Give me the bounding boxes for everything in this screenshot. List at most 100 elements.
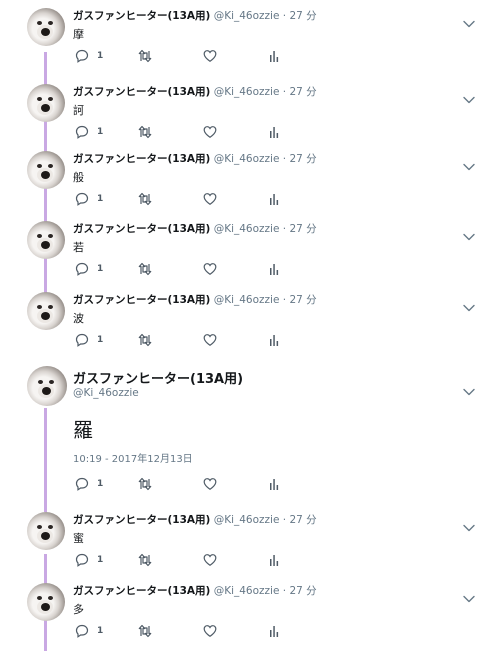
analytics-button[interactable] (268, 192, 280, 206)
author-name[interactable]: ガスファンヒーター(13A用) (73, 514, 210, 526)
chevron-down-icon (463, 156, 475, 175)
like-button[interactable] (203, 125, 217, 139)
avatar[interactable] (27, 583, 65, 621)
tweet-timestamp[interactable]: 27 分 (289, 514, 316, 526)
more-options-button[interactable] (463, 226, 475, 241)
reply-icon (75, 624, 109, 638)
analytics-button[interactable] (268, 49, 280, 63)
reply-button[interactable]: 1 (75, 262, 109, 276)
retweet-button[interactable] (137, 125, 153, 139)
retweet-icon (137, 49, 153, 63)
reply-button[interactable]: 1 (75, 125, 109, 139)
retweet-icon (137, 192, 153, 206)
author-name[interactable]: ガスファンヒーター(13A用) (73, 368, 243, 387)
tweet-text: 多 (73, 603, 84, 616)
author-handle[interactable]: @Ki_46ozzie (214, 294, 280, 306)
heart-icon (203, 49, 217, 63)
author-handle[interactable]: @Ki_46ozzie (214, 10, 280, 22)
tweet-timestamp[interactable]: 27 分 (289, 294, 316, 306)
retweet-button[interactable] (137, 477, 153, 491)
author-handle[interactable]: @Ki_46ozzie (214, 86, 280, 98)
like-button[interactable] (203, 333, 217, 347)
retweet-button[interactable] (137, 262, 153, 276)
avatar[interactable] (27, 366, 67, 406)
like-button[interactable] (203, 477, 217, 491)
analytics-button[interactable] (268, 262, 280, 276)
tweet-timestamp[interactable]: 27 分 (289, 153, 316, 165)
tweet-timestamp[interactable]: 27 分 (289, 86, 316, 98)
author-handle[interactable]: @Ki_46ozzie (214, 223, 280, 235)
analytics-button[interactable] (268, 477, 280, 491)
more-options-button[interactable] (463, 13, 475, 28)
tweet-timestamp[interactable]: 27 分 (289, 585, 316, 597)
analytics-icon (268, 553, 280, 567)
tweet-header: ガスファンヒーター(13A用) @Ki_46ozzie · 27 分 (73, 514, 317, 527)
avatar[interactable] (27, 221, 65, 259)
like-button[interactable] (203, 553, 217, 567)
author-name[interactable]: ガスファンヒーター(13A用) (73, 294, 210, 306)
tweet-actions: 1 (75, 125, 295, 139)
like-button[interactable] (203, 192, 217, 206)
analytics-icon (268, 125, 280, 139)
analytics-button[interactable] (268, 624, 280, 638)
reply-button[interactable]: 1 (75, 49, 109, 63)
tweet-text: 波 (73, 312, 84, 325)
retweet-button[interactable] (137, 192, 153, 206)
author-handle[interactable]: @Ki_46ozzie (214, 514, 280, 526)
analytics-icon (268, 333, 280, 347)
reply-button[interactable]: 1 (75, 624, 109, 638)
thread-line (44, 408, 47, 512)
reply-button[interactable]: 1 (75, 477, 109, 491)
reply-button[interactable]: 1 (75, 333, 109, 347)
avatar[interactable] (27, 84, 65, 122)
author-name[interactable]: ガスファンヒーター(13A用) (73, 153, 210, 165)
reply-button[interactable]: 1 (75, 553, 109, 567)
author-name[interactable]: ガスファンヒーター(13A用) (73, 585, 210, 597)
author-name[interactable]: ガスファンヒーター(13A用) (73, 223, 210, 235)
more-options-button[interactable] (463, 156, 475, 171)
reply-icon (75, 553, 109, 567)
analytics-button[interactable] (268, 553, 280, 567)
tweet-text: 摩 (73, 28, 84, 41)
retweet-button[interactable] (137, 333, 153, 347)
retweet-button[interactable] (137, 624, 153, 638)
heart-icon (203, 624, 217, 638)
avatar[interactable] (27, 292, 65, 330)
tweet-header: ガスファンヒーター(13A用) @Ki_46ozzie · 27 分 (73, 585, 317, 598)
like-button[interactable] (203, 49, 217, 63)
author-handle[interactable]: @Ki_46ozzie (214, 585, 280, 597)
tweet-actions: 1 (75, 333, 295, 347)
analytics-button[interactable] (268, 125, 280, 139)
tweet-timestamp[interactable]: 27 分 (289, 223, 316, 235)
author-handle[interactable]: @Ki_46ozzie (214, 153, 280, 165)
retweet-button[interactable] (137, 49, 153, 63)
more-options-button[interactable] (463, 588, 475, 603)
author-name[interactable]: ガスファンヒーター(13A用) (73, 10, 210, 22)
tweet-text: 羅 (73, 418, 93, 442)
reply-button[interactable]: 1 (75, 192, 109, 206)
heart-icon (203, 477, 217, 491)
analytics-button[interactable] (268, 333, 280, 347)
more-options-button[interactable] (463, 517, 475, 532)
separator-dot: · (282, 585, 287, 597)
analytics-icon (268, 262, 280, 276)
chevron-down-icon (463, 89, 475, 108)
reply-icon (75, 49, 109, 63)
like-button[interactable] (203, 262, 217, 276)
retweet-button[interactable] (137, 553, 153, 567)
heart-icon (203, 192, 217, 206)
more-options-button[interactable] (463, 89, 475, 104)
more-options-button[interactable] (463, 297, 475, 312)
heart-icon (203, 333, 217, 347)
avatar[interactable] (27, 512, 65, 550)
avatar[interactable] (27, 151, 65, 189)
author-handle[interactable]: @Ki_46ozzie (73, 387, 139, 399)
chevron-down-icon (463, 297, 475, 316)
avatar[interactable] (27, 8, 65, 46)
like-button[interactable] (203, 624, 217, 638)
tweet-timestamp[interactable]: 27 分 (289, 10, 316, 22)
author-name[interactable]: ガスファンヒーター(13A用) (73, 86, 210, 98)
tweet-date[interactable]: 10:19 - 2017年12月13日 (73, 450, 193, 465)
heart-icon (203, 262, 217, 276)
more-options-button[interactable] (463, 381, 475, 396)
